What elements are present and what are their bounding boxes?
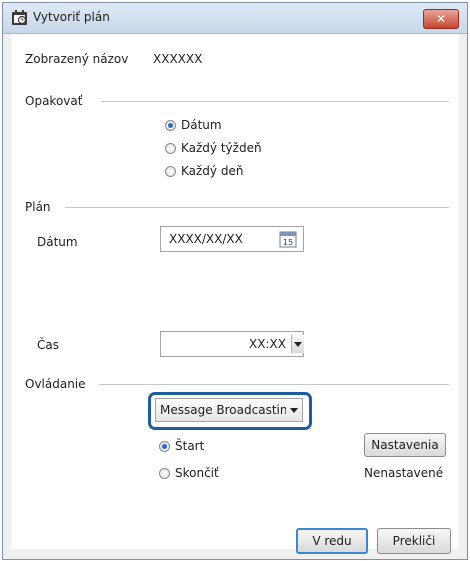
- settings-status: Nenastavené: [364, 466, 444, 480]
- time-dropdown-chevron-down-icon[interactable]: [291, 335, 304, 353]
- control-type-dropdown[interactable]: Message Broadcastinç: [155, 398, 303, 422]
- ok-button[interactable]: V redu: [296, 528, 368, 554]
- display-name-label: Zobrazený názov: [25, 52, 129, 66]
- title-bar[interactable]: Vytvoriť plán ✕: [3, 3, 467, 34]
- repeat-section-label: Opakovať: [25, 94, 83, 108]
- radio-button-icon: [165, 142, 176, 154]
- repeat-daily-radio[interactable]: Každý deň: [165, 164, 243, 178]
- start-label: Štart: [175, 439, 205, 453]
- radio-button-icon: [159, 440, 170, 452]
- repeat-divider: [101, 101, 449, 102]
- repeat-weekly-label: Každý týždeň: [181, 141, 262, 155]
- time-value: XX:XX: [249, 337, 286, 351]
- repeat-weekly-radio[interactable]: Každý týždeň: [165, 141, 262, 155]
- repeat-date-label: Dátum: [181, 118, 222, 132]
- radio-button-icon: [159, 467, 170, 479]
- control-type-value: Message Broadcastinç: [160, 403, 286, 417]
- plan-divider: [65, 207, 449, 208]
- end-label: Skončiť: [175, 466, 219, 480]
- calendar-icon[interactable]: 15: [279, 230, 297, 248]
- dialog-content: Zobrazený názov XXXXXX Opakovať Dátum Ka…: [11, 34, 459, 554]
- time-field[interactable]: XX:XX: [160, 331, 304, 357]
- date-label: Dátum: [37, 235, 78, 249]
- plan-section-label: Plán: [25, 200, 51, 214]
- radio-button-icon: [165, 165, 176, 177]
- repeat-daily-label: Každý deň: [181, 164, 244, 178]
- date-field[interactable]: XXXX/XX/XX 15: [160, 226, 304, 252]
- chevron-down-icon[interactable]: [288, 401, 300, 419]
- cancel-button[interactable]: Prekliči: [377, 528, 451, 554]
- time-label: Čas: [37, 338, 59, 352]
- control-divider: [99, 384, 449, 385]
- repeat-date-radio[interactable]: Dátum: [165, 118, 222, 132]
- display-name-value: XXXXXX: [153, 52, 203, 66]
- end-radio[interactable]: Skončiť: [159, 466, 219, 480]
- window-title: Vytvoriť plán: [33, 10, 110, 24]
- calendar-icon-day: 15: [283, 238, 293, 247]
- create-plan-dialog: Vytvoriť plán ✕ Zobrazený názov XXXXXX O…: [2, 2, 468, 560]
- schedule-app-icon: [12, 10, 27, 25]
- start-radio[interactable]: Štart: [159, 439, 204, 453]
- settings-button[interactable]: Nastavenia: [364, 433, 446, 457]
- close-button[interactable]: ✕: [423, 9, 459, 29]
- radio-button-icon: [165, 119, 176, 131]
- control-section-label: Ovládanie: [25, 377, 86, 391]
- date-value: XXXX/XX/XX: [169, 232, 243, 246]
